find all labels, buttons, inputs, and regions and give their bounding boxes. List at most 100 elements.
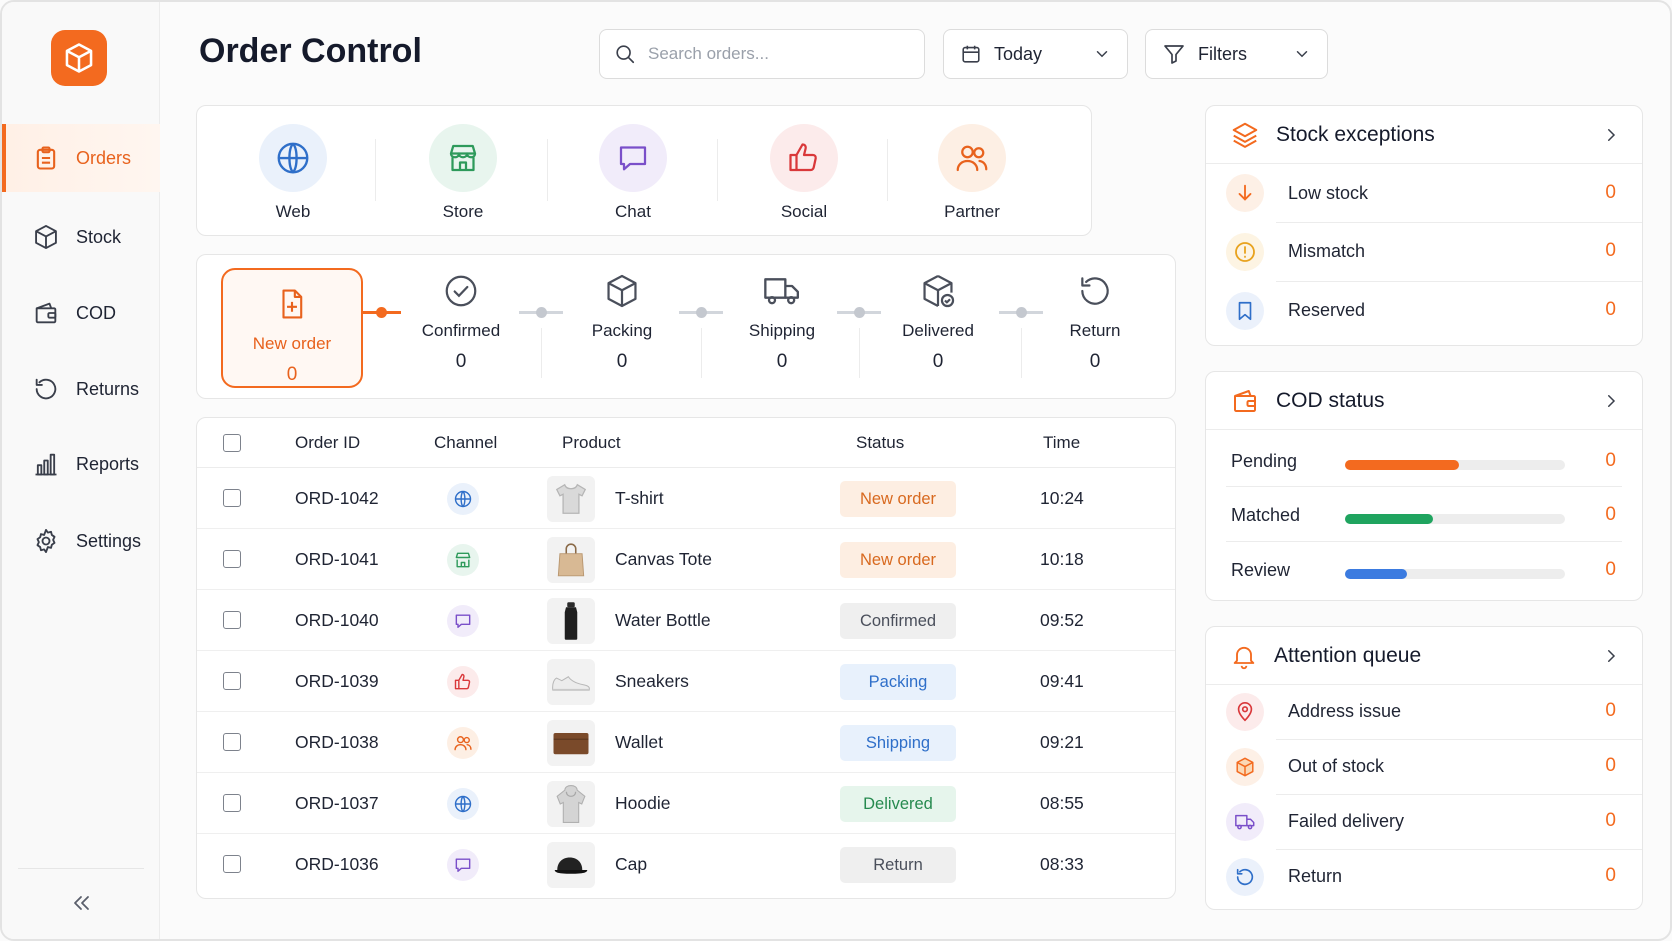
table-row[interactable]: ORD-1038 Wallet Shipping 09:21 bbox=[197, 712, 1175, 773]
search-icon bbox=[616, 45, 635, 64]
row-checkbox[interactable] bbox=[223, 794, 241, 812]
channel-store[interactable]: Store bbox=[403, 124, 523, 222]
search-box[interactable] bbox=[599, 29, 925, 79]
column-header-product: Product bbox=[562, 433, 621, 452]
row-checkbox[interactable] bbox=[223, 489, 241, 507]
row-checkbox[interactable] bbox=[223, 733, 241, 751]
filters-dropdown[interactable]: Filters bbox=[1145, 29, 1328, 79]
item-count: 0 bbox=[1605, 700, 1616, 721]
collapse-sidebar-button[interactable] bbox=[64, 886, 98, 920]
table-row[interactable]: ORD-1037 Hoodie Delivered 08:55 bbox=[197, 773, 1175, 834]
channel-web[interactable]: Web bbox=[233, 124, 353, 222]
stage-packing[interactable]: Packing 0 bbox=[562, 269, 682, 373]
sidebar-item-cod[interactable]: COD bbox=[2, 279, 160, 347]
attention-return[interactable]: Return 0 bbox=[1206, 850, 1642, 908]
panel-title: Stock exceptions bbox=[1276, 122, 1435, 146]
divider bbox=[375, 139, 376, 201]
sidebar: Orders Stock COD Returns Reports Setting… bbox=[2, 2, 160, 939]
users-icon bbox=[454, 736, 472, 751]
chevron-right-icon bbox=[1608, 129, 1616, 141]
channel-cell bbox=[447, 788, 479, 820]
cod-status-header[interactable]: COD status bbox=[1206, 372, 1642, 430]
product-name: T-shirt bbox=[615, 488, 664, 508]
table-row[interactable]: ORD-1042 T-shirt New order 10:24 bbox=[197, 468, 1175, 529]
store-icon bbox=[449, 144, 477, 172]
divider bbox=[1226, 541, 1622, 542]
table-row[interactable]: ORD-1041 Canvas Tote New order 10:18 bbox=[197, 529, 1175, 590]
connector-dot bbox=[854, 307, 865, 318]
channel-partner[interactable]: Partner bbox=[912, 124, 1032, 222]
channel-label: Store bbox=[442, 202, 484, 221]
stage-name: Shipping bbox=[748, 321, 816, 340]
stock-exception-low-stock[interactable]: Low stock 0 bbox=[1206, 164, 1642, 222]
table-row[interactable]: ORD-1036 Cap Return 08:33 bbox=[197, 834, 1175, 895]
stage-delivered[interactable]: Delivered 0 bbox=[878, 269, 998, 373]
channel-icon-circle bbox=[259, 124, 327, 192]
channel-chat[interactable]: Chat bbox=[573, 124, 693, 222]
chevron-down-icon bbox=[1096, 51, 1108, 58]
table-row[interactable]: ORD-1040 Water Bottle Confirmed 09:52 bbox=[197, 590, 1175, 651]
item-label: Address issue bbox=[1288, 701, 1402, 721]
box-icon bbox=[1236, 757, 1254, 777]
item-count: 0 bbox=[1605, 182, 1616, 203]
status-badge: Packing bbox=[840, 664, 956, 700]
stage-count: 0 bbox=[286, 364, 298, 385]
channel-social[interactable]: Social bbox=[744, 124, 864, 222]
stage-icon-wrap bbox=[878, 269, 998, 313]
attention-out-of-stock[interactable]: Out of stock 0 bbox=[1206, 740, 1642, 798]
sidebar-item-reports[interactable]: Reports bbox=[2, 430, 160, 498]
stage-shipping[interactable]: Shipping 0 bbox=[722, 269, 842, 373]
sidebar-item-label: Stock bbox=[76, 226, 122, 247]
attention-queue-header[interactable]: Attention queue bbox=[1206, 627, 1642, 685]
thumbs-up-icon bbox=[454, 673, 471, 690]
return-icon bbox=[1236, 868, 1254, 886]
stock-exception-mismatch[interactable]: Mismatch 0 bbox=[1206, 223, 1642, 281]
tote-bag-icon bbox=[557, 543, 585, 577]
select-all-checkbox[interactable] bbox=[223, 434, 241, 452]
wallet-icon bbox=[35, 302, 57, 324]
row-checkbox[interactable] bbox=[223, 672, 241, 690]
app-logo[interactable] bbox=[51, 30, 107, 86]
sidebar-item-settings[interactable]: Settings bbox=[2, 507, 160, 575]
row-checkbox[interactable] bbox=[223, 550, 241, 568]
connector-dot bbox=[376, 307, 387, 318]
channel-label: Chat bbox=[615, 202, 651, 221]
channels-card: Web Store Chat Social Partner bbox=[196, 105, 1092, 236]
sidebar-item-returns[interactable]: Returns bbox=[2, 355, 160, 423]
order-pipeline: New order 0 Confirmed 0 Packing 0 Shippi… bbox=[196, 254, 1176, 399]
attention-failed-delivery[interactable]: Failed delivery 0 bbox=[1206, 795, 1642, 853]
divider bbox=[1021, 328, 1022, 378]
cod-row-matched[interactable]: Matched 0 bbox=[1206, 488, 1642, 542]
item-count: 0 bbox=[1605, 755, 1616, 776]
column-header-time: Time bbox=[1043, 433, 1081, 452]
progress-track bbox=[1345, 514, 1565, 524]
sidebar-item-stock[interactable]: Stock bbox=[2, 203, 160, 271]
order-id: ORD-1037 bbox=[295, 793, 379, 813]
cod-label: Matched bbox=[1231, 505, 1301, 525]
stock-exceptions-header[interactable]: Stock exceptions bbox=[1206, 106, 1642, 164]
stage-icon-wrap bbox=[223, 282, 361, 326]
date-filter-dropdown[interactable]: Today bbox=[943, 29, 1128, 79]
item-label: Out of stock bbox=[1288, 756, 1385, 776]
item-count: 0 bbox=[1605, 299, 1616, 320]
cod-row-review[interactable]: Review 0 bbox=[1206, 543, 1642, 597]
search-input[interactable] bbox=[648, 44, 898, 64]
divider bbox=[887, 139, 888, 201]
stock-exception-reserved[interactable]: Reserved 0 bbox=[1206, 282, 1642, 340]
stage-new-order[interactable]: New order 0 bbox=[221, 268, 363, 388]
row-checkbox[interactable] bbox=[223, 611, 241, 629]
stage-icon-wrap bbox=[722, 269, 842, 313]
table-row[interactable]: ORD-1039 Sneakers Packing 09:41 bbox=[197, 651, 1175, 712]
icon-circle bbox=[1226, 292, 1264, 330]
sidebar-item-orders[interactable]: Orders bbox=[2, 124, 160, 192]
icon-circle bbox=[1226, 803, 1264, 841]
product-name: Sneakers bbox=[615, 671, 689, 691]
stage-name: New order bbox=[252, 334, 332, 353]
order-id: ORD-1041 bbox=[295, 549, 379, 569]
row-checkbox[interactable] bbox=[223, 855, 241, 873]
cod-row-pending[interactable]: Pending 0 bbox=[1206, 434, 1642, 488]
attention-address-issue[interactable]: Address issue 0 bbox=[1206, 685, 1642, 743]
product-name: Water Bottle bbox=[615, 610, 711, 630]
stage-return[interactable]: Return 0 bbox=[1035, 269, 1155, 373]
stage-confirmed[interactable]: Confirmed 0 bbox=[401, 269, 521, 373]
